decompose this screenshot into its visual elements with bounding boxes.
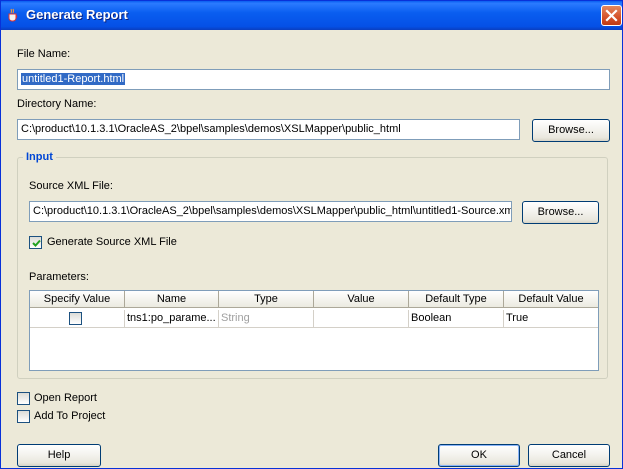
cancel-button[interactable]: Cancel	[528, 444, 610, 467]
checkmark-icon	[32, 239, 41, 247]
table-cell-value[interactable]	[314, 310, 409, 328]
column-header-default-value[interactable]: Default Value	[504, 291, 598, 308]
directory-browse-button[interactable]: Browse...	[532, 119, 610, 142]
source-xml-input[interactable]: C:\product\10.1.3.1\OracleAS_2\bpel\samp…	[29, 201, 512, 222]
window-title: Generate Report	[26, 7, 128, 22]
parameters-label: Parameters:	[29, 271, 89, 283]
generate-source-label[interactable]: Generate Source XML File	[47, 236, 177, 248]
java-cup-icon	[6, 8, 20, 22]
open-report-label[interactable]: Open Report	[34, 392, 97, 404]
column-header-type[interactable]: Type	[219, 291, 314, 308]
add-to-project-label[interactable]: Add To Project	[34, 410, 105, 422]
table-cell-name[interactable]: tns1:po_parame...	[125, 310, 219, 328]
close-button[interactable]	[601, 5, 622, 26]
file-name-input[interactable]: untitled1-Report.html	[17, 69, 610, 90]
column-header-specify-value[interactable]: Specify Value	[30, 291, 125, 308]
ok-button[interactable]: OK	[438, 444, 520, 467]
directory-name-input[interactable]: C:\product\10.1.3.1\OracleAS_2\bpel\samp…	[17, 119, 520, 140]
help-button[interactable]: Help	[17, 444, 101, 467]
column-header-name[interactable]: Name	[125, 291, 219, 308]
column-header-default-type[interactable]: Default Type	[409, 291, 504, 308]
add-to-project-checkbox[interactable]	[17, 410, 30, 423]
file-name-label: File Name:	[17, 48, 71, 60]
table-cell-specify-value[interactable]	[30, 310, 125, 328]
table-cell-default-type[interactable]: Boolean	[409, 310, 504, 328]
open-report-checkbox[interactable]	[17, 392, 30, 405]
file-name-value: untitled1-Report.html	[21, 73, 126, 85]
generate-report-dialog: Generate Report File Name: untitled1-Rep…	[0, 0, 623, 469]
specify-value-checkbox[interactable]	[69, 312, 82, 325]
generate-source-checkbox[interactable]	[29, 236, 42, 249]
source-browse-button[interactable]: Browse...	[522, 201, 599, 224]
input-group-title: Input	[23, 151, 56, 163]
source-xml-label: Source XML File:	[29, 180, 113, 192]
close-icon	[605, 9, 618, 22]
table-cell-type[interactable]: String	[219, 310, 314, 328]
column-header-value[interactable]: Value	[314, 291, 409, 308]
directory-name-label: Directory Name:	[17, 98, 97, 110]
parameters-table[interactable]: Specify Value Name Type Value Default Ty…	[29, 290, 599, 371]
table-cell-default-value[interactable]: True	[504, 310, 598, 328]
title-bar[interactable]: Generate Report	[1, 1, 622, 30]
